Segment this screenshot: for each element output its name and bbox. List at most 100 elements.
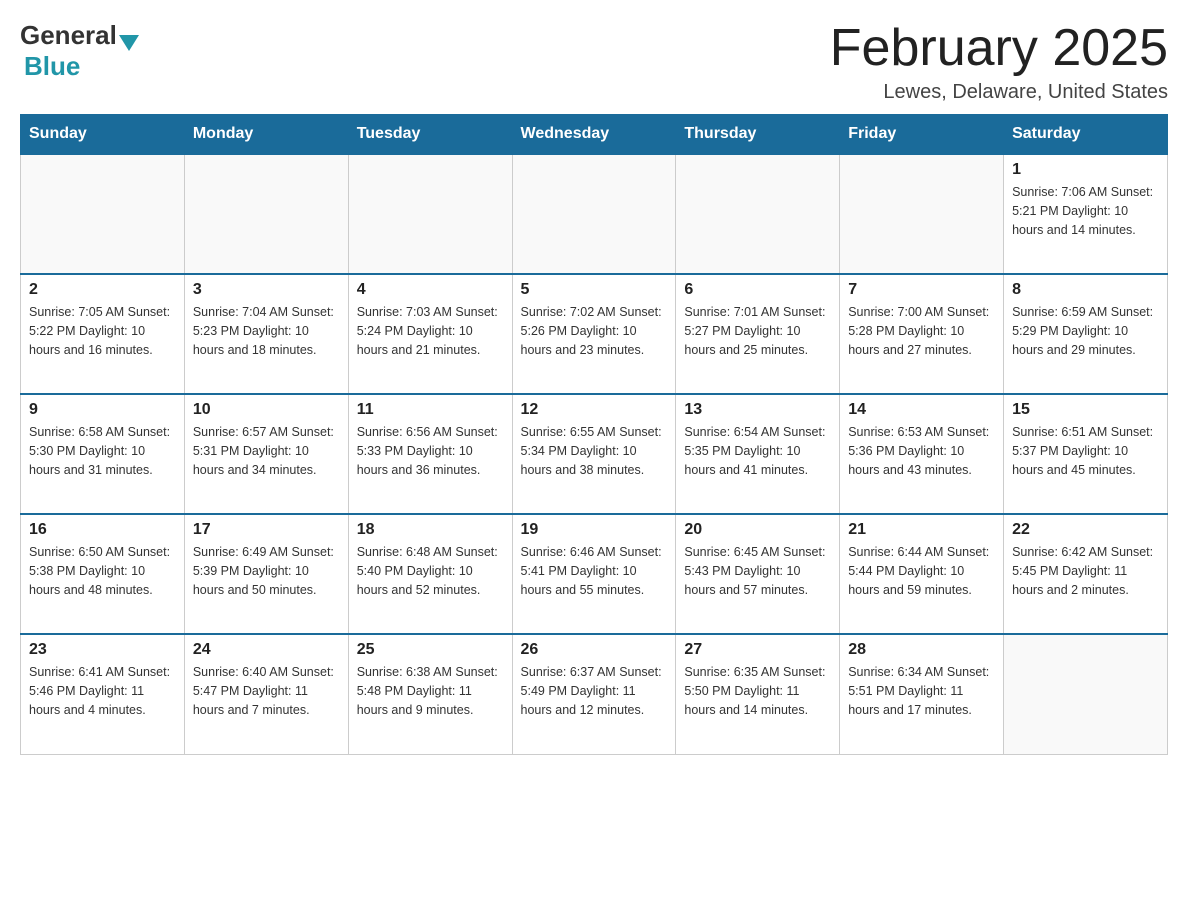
day-info: Sunrise: 6:51 AM Sunset: 5:37 PM Dayligh… <box>1012 423 1159 479</box>
calendar-cell <box>21 154 185 274</box>
day-info: Sunrise: 6:58 AM Sunset: 5:30 PM Dayligh… <box>29 423 176 479</box>
day-number: 10 <box>193 401 340 419</box>
weekday-header-sunday: Sunday <box>21 115 185 155</box>
logo-arrow-icon <box>119 35 139 51</box>
day-info: Sunrise: 6:59 AM Sunset: 5:29 PM Dayligh… <box>1012 303 1159 359</box>
day-info: Sunrise: 6:55 AM Sunset: 5:34 PM Dayligh… <box>521 423 668 479</box>
week-row-2: 2Sunrise: 7:05 AM Sunset: 5:22 PM Daylig… <box>21 274 1168 394</box>
day-info: Sunrise: 7:03 AM Sunset: 5:24 PM Dayligh… <box>357 303 504 359</box>
logo: General Blue <box>20 20 139 82</box>
calendar-cell: 17Sunrise: 6:49 AM Sunset: 5:39 PM Dayli… <box>184 514 348 634</box>
day-number: 13 <box>684 401 831 419</box>
day-info: Sunrise: 7:00 AM Sunset: 5:28 PM Dayligh… <box>848 303 995 359</box>
calendar-cell: 15 Sunrise: 6:51 AM Sunset: 5:37 PM Dayli… <box>1004 394 1168 514</box>
day-number: 7 <box>848 281 995 299</box>
day-info: Sunrise: 6:46 AM Sunset: 5:41 PM Dayligh… <box>521 543 668 599</box>
logo-general-text: General <box>20 20 117 51</box>
day-info: Sunrise: 7:01 AM Sunset: 5:27 PM Dayligh… <box>684 303 831 359</box>
calendar-cell: 8 Sunrise: 6:59 AM Sunset: 5:29 PM Daylig… <box>1004 274 1168 394</box>
calendar-cell: 5 Sunrise: 7:02 AM Sunset: 5:26 PM Daylig… <box>512 274 676 394</box>
calendar-cell: 19 Sunrise: 6:46 AM Sunset: 5:41 PM Dayli… <box>512 514 676 634</box>
calendar-cell: 2Sunrise: 7:05 AM Sunset: 5:22 PM Daylig… <box>21 274 185 394</box>
calendar-cell <box>1004 634 1168 754</box>
month-title: February 2025 <box>830 20 1168 77</box>
calendar-cell: 21 Sunrise: 6:44 AM Sunset: 5:44 PM Dayli… <box>840 514 1004 634</box>
day-info: Sunrise: 6:35 AM Sunset: 5:50 PM Dayligh… <box>684 663 831 719</box>
calendar-cell: 14 Sunrise: 6:53 AM Sunset: 5:36 PM Dayli… <box>840 394 1004 514</box>
day-info: Sunrise: 6:56 AM Sunset: 5:33 PM Dayligh… <box>357 423 504 479</box>
day-number: 6 <box>684 281 831 299</box>
day-number: 8 <box>1012 281 1159 299</box>
day-info: Sunrise: 6:44 AM Sunset: 5:44 PM Dayligh… <box>848 543 995 599</box>
calendar-cell: 11 Sunrise: 6:56 AM Sunset: 5:33 PM Dayli… <box>348 394 512 514</box>
calendar-cell: 4 Sunrise: 7:03 AM Sunset: 5:24 PM Daylig… <box>348 274 512 394</box>
calendar-cell <box>840 154 1004 274</box>
calendar-cell: 9 Sunrise: 6:58 AM Sunset: 5:30 PM Daylig… <box>21 394 185 514</box>
day-number: 19 <box>521 521 668 539</box>
week-row-4: 16 Sunrise: 6:50 AM Sunset: 5:38 PM Dayli… <box>21 514 1168 634</box>
weekday-header-monday: Monday <box>184 115 348 155</box>
day-number: 17 <box>193 521 340 539</box>
page-header: General Blue February 2025 Lewes, Delawa… <box>20 20 1168 104</box>
calendar-cell: 24Sunrise: 6:40 AM Sunset: 5:47 PM Dayli… <box>184 634 348 754</box>
day-number: 22 <box>1012 521 1159 539</box>
calendar-cell: 7 Sunrise: 7:00 AM Sunset: 5:28 PM Daylig… <box>840 274 1004 394</box>
location-text: Lewes, Delaware, United States <box>830 81 1168 104</box>
day-info: Sunrise: 6:34 AM Sunset: 5:51 PM Dayligh… <box>848 663 995 719</box>
day-number: 15 <box>1012 401 1159 419</box>
day-number: 12 <box>521 401 668 419</box>
day-number: 4 <box>357 281 504 299</box>
weekday-header-saturday: Saturday <box>1004 115 1168 155</box>
calendar-cell: 23 Sunrise: 6:41 AM Sunset: 5:46 PM Dayli… <box>21 634 185 754</box>
week-row-5: 23 Sunrise: 6:41 AM Sunset: 5:46 PM Dayli… <box>21 634 1168 754</box>
day-info: Sunrise: 6:48 AM Sunset: 5:40 PM Dayligh… <box>357 543 504 599</box>
day-info: Sunrise: 6:53 AM Sunset: 5:36 PM Dayligh… <box>848 423 995 479</box>
day-number: 3 <box>193 281 340 299</box>
day-number: 5 <box>521 281 668 299</box>
day-number: 24 <box>193 641 340 659</box>
day-info: Sunrise: 6:41 AM Sunset: 5:46 PM Dayligh… <box>29 663 176 719</box>
weekday-header-tuesday: Tuesday <box>348 115 512 155</box>
weekday-header-row: SundayMondayTuesdayWednesdayThursdayFrid… <box>21 115 1168 155</box>
day-number: 25 <box>357 641 504 659</box>
day-info: Sunrise: 6:54 AM Sunset: 5:35 PM Dayligh… <box>684 423 831 479</box>
weekday-header-wednesday: Wednesday <box>512 115 676 155</box>
day-info: Sunrise: 7:02 AM Sunset: 5:26 PM Dayligh… <box>521 303 668 359</box>
calendar-cell <box>512 154 676 274</box>
day-number: 23 <box>29 641 176 659</box>
calendar-cell <box>184 154 348 274</box>
week-row-3: 9 Sunrise: 6:58 AM Sunset: 5:30 PM Daylig… <box>21 394 1168 514</box>
day-info: Sunrise: 6:37 AM Sunset: 5:49 PM Dayligh… <box>521 663 668 719</box>
day-info: Sunrise: 7:05 AM Sunset: 5:22 PM Dayligh… <box>29 303 176 359</box>
day-number: 9 <box>29 401 176 419</box>
day-info: Sunrise: 6:38 AM Sunset: 5:48 PM Dayligh… <box>357 663 504 719</box>
calendar-cell: 1Sunrise: 7:06 AM Sunset: 5:21 PM Daylig… <box>1004 154 1168 274</box>
calendar-cell: 18Sunrise: 6:48 AM Sunset: 5:40 PM Dayli… <box>348 514 512 634</box>
day-info: Sunrise: 6:42 AM Sunset: 5:45 PM Dayligh… <box>1012 543 1159 599</box>
day-number: 11 <box>357 401 504 419</box>
day-number: 16 <box>29 521 176 539</box>
calendar-cell: 28 Sunrise: 6:34 AM Sunset: 5:51 PM Dayli… <box>840 634 1004 754</box>
day-number: 21 <box>848 521 995 539</box>
calendar-cell: 27 Sunrise: 6:35 AM Sunset: 5:50 PM Dayli… <box>676 634 840 754</box>
calendar-cell: 13 Sunrise: 6:54 AM Sunset: 5:35 PM Dayli… <box>676 394 840 514</box>
week-row-1: 1Sunrise: 7:06 AM Sunset: 5:21 PM Daylig… <box>21 154 1168 274</box>
logo-blue-text: Blue <box>24 51 80 82</box>
title-block: February 2025 Lewes, Delaware, United St… <box>830 20 1168 104</box>
day-number: 14 <box>848 401 995 419</box>
day-info: Sunrise: 7:04 AM Sunset: 5:23 PM Dayligh… <box>193 303 340 359</box>
calendar-cell: 22 Sunrise: 6:42 AM Sunset: 5:45 PM Dayli… <box>1004 514 1168 634</box>
calendar-cell: 10 Sunrise: 6:57 AM Sunset: 5:31 PM Dayli… <box>184 394 348 514</box>
weekday-header-friday: Friday <box>840 115 1004 155</box>
day-info: Sunrise: 6:45 AM Sunset: 5:43 PM Dayligh… <box>684 543 831 599</box>
calendar-cell: 16 Sunrise: 6:50 AM Sunset: 5:38 PM Dayli… <box>21 514 185 634</box>
day-number: 20 <box>684 521 831 539</box>
day-info: Sunrise: 6:50 AM Sunset: 5:38 PM Dayligh… <box>29 543 176 599</box>
day-info: Sunrise: 6:57 AM Sunset: 5:31 PM Dayligh… <box>193 423 340 479</box>
day-number: 27 <box>684 641 831 659</box>
calendar-cell: 26Sunrise: 6:37 AM Sunset: 5:49 PM Dayli… <box>512 634 676 754</box>
calendar-cell: 6 Sunrise: 7:01 AM Sunset: 5:27 PM Daylig… <box>676 274 840 394</box>
day-number: 28 <box>848 641 995 659</box>
day-info: Sunrise: 7:06 AM Sunset: 5:21 PM Dayligh… <box>1012 183 1159 239</box>
calendar-cell: 12 Sunrise: 6:55 AM Sunset: 5:34 PM Dayli… <box>512 394 676 514</box>
